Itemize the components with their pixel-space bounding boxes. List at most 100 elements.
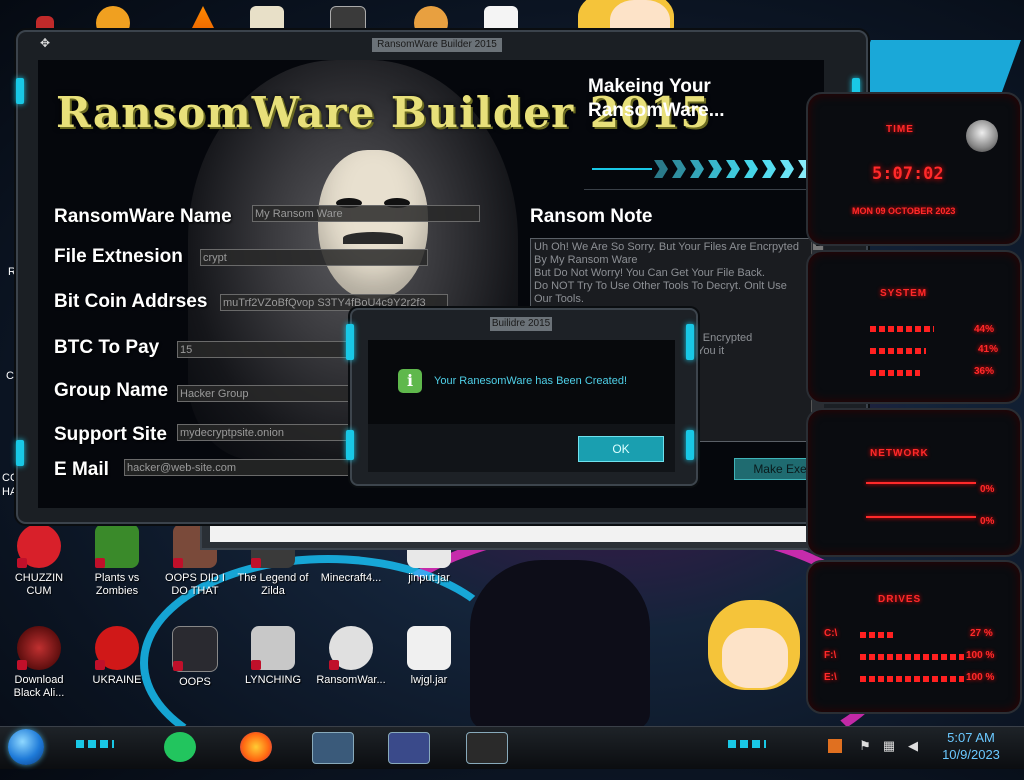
frame-light bbox=[686, 324, 694, 360]
wallpaper-figure bbox=[470, 560, 650, 730]
group-name-input[interactable]: Hacker Group bbox=[177, 385, 352, 402]
build-progress-bar bbox=[584, 152, 824, 186]
desktop-icon-label: Download Black Ali... bbox=[13, 674, 65, 699]
desktop-icon[interactable]: LYNCHING bbox=[236, 626, 310, 687]
guy-fawkes-mask-image bbox=[318, 150, 428, 300]
network-gadget[interactable]: NETWORK 0% 0% bbox=[806, 408, 1022, 557]
radiation-icon bbox=[95, 626, 139, 670]
oops-file-icon bbox=[172, 626, 218, 672]
cpu-value: 44% bbox=[974, 324, 995, 335]
frame-light bbox=[16, 78, 24, 104]
desktop-icon[interactable]: CHUZZIN CUM bbox=[2, 524, 76, 598]
desktop-icon-label: LYNCHING bbox=[244, 674, 302, 686]
drive-label: F:\ bbox=[824, 650, 837, 661]
ransomware-name-input[interactable]: My Ransom Ware bbox=[252, 205, 480, 222]
desktop-icon-label: Minecraft4... bbox=[320, 572, 382, 584]
ram-value: 41% bbox=[978, 344, 999, 355]
email-input[interactable]: hacker@web-site.com bbox=[124, 459, 352, 476]
desktop-icon-label: The Legend of Zilda bbox=[237, 572, 309, 597]
wallpaper-shape bbox=[849, 40, 1021, 100]
disk-value: 36% bbox=[974, 366, 995, 377]
btc-to-pay-label: BTC To Pay bbox=[54, 337, 160, 358]
desktop-icon-label: OOPS DID I DO THAT bbox=[165, 572, 225, 597]
download-value: 0% bbox=[980, 516, 995, 527]
drive-value: 27 % bbox=[970, 628, 993, 639]
desktop-icon-label: lwjgl.jar bbox=[410, 674, 448, 686]
chat-app-icon[interactable] bbox=[164, 732, 196, 762]
taskbar-clock-time[interactable]: 5:07 AM bbox=[936, 730, 1006, 745]
ransomware-builder-taskbar-icon[interactable] bbox=[466, 732, 508, 764]
drives-gadget-title: DRIVES bbox=[878, 594, 922, 605]
upload-value: 0% bbox=[980, 484, 995, 495]
window-system-menu-icon[interactable]: ✥ bbox=[40, 36, 54, 50]
ransomware-name-label: RansomWare Name bbox=[54, 206, 232, 227]
time-gadget-title: TIME bbox=[886, 124, 914, 135]
desktop-icon-label: UKRAINE bbox=[92, 674, 142, 686]
dialog-message: Your RanesomWare has Been Created! bbox=[434, 375, 628, 387]
frame-light bbox=[16, 440, 24, 466]
drive-bar bbox=[860, 676, 964, 682]
ok-button[interactable]: OK bbox=[578, 436, 664, 462]
start-button[interactable] bbox=[8, 729, 44, 765]
file-explorer-taskbar-icon[interactable] bbox=[312, 732, 354, 764]
desktop-icon[interactable]: Download Black Ali... bbox=[2, 626, 76, 700]
network-gadget-title: NETWORK bbox=[870, 448, 929, 459]
ransom-note-label: Ransom Note bbox=[530, 206, 653, 227]
skull-icon bbox=[329, 626, 373, 670]
support-site-input[interactable]: mydecryptpsite.onion bbox=[177, 424, 352, 441]
drive-bar bbox=[860, 632, 896, 638]
support-site-label: Support Site bbox=[54, 424, 167, 445]
btc-to-pay-input[interactable]: 15 bbox=[177, 341, 352, 358]
volume-icon[interactable]: ◀ bbox=[906, 739, 920, 753]
background-window-content bbox=[210, 522, 822, 542]
download-graph bbox=[866, 516, 976, 518]
divider bbox=[584, 189, 824, 190]
taskbar-light bbox=[76, 740, 114, 748]
upload-graph bbox=[866, 482, 976, 484]
disk-bar bbox=[870, 370, 920, 376]
taskbar-clock-date[interactable]: 10/9/2023 bbox=[934, 747, 1008, 762]
desktop-icon-label: OOPS bbox=[179, 676, 211, 688]
time-gadget[interactable]: TIME 5:07:02 MON 09 OCTOBER 2023 bbox=[806, 92, 1022, 246]
tray-app-icon[interactable] bbox=[828, 739, 842, 753]
desktop-icon-label: CHUZZIN CUM bbox=[14, 572, 64, 597]
taskbar-light bbox=[728, 740, 766, 748]
time-gadget-clock: 5:07:02 bbox=[872, 164, 944, 184]
system-gadget[interactable]: SYSTEM 44% 41% 36% bbox=[806, 250, 1022, 404]
frame-light bbox=[346, 324, 354, 360]
firefox-taskbar-icon[interactable] bbox=[240, 732, 272, 762]
drive-value: 100 % bbox=[966, 650, 995, 661]
drive-label: E:\ bbox=[824, 672, 837, 683]
drive-value: 100 % bbox=[966, 672, 995, 683]
frame-light bbox=[346, 430, 354, 460]
flag-icon[interactable]: ⚑ bbox=[858, 739, 872, 753]
network-icon[interactable]: ▦ bbox=[882, 739, 896, 753]
desktop-icon[interactable]: lwjgl.jar bbox=[392, 626, 466, 687]
dialog-title: Builidre 2015 bbox=[490, 317, 552, 331]
window-title: RansomWare Builder 2015 bbox=[372, 38, 502, 52]
build-status-text: Makeing Your RansomWare... bbox=[588, 76, 725, 121]
java-jar-icon bbox=[407, 626, 451, 670]
desktop-icon[interactable]: RansomWar... bbox=[314, 626, 388, 687]
desktop-icon[interactable]: UKRAINE bbox=[80, 626, 154, 687]
desktop-label-partial: HA bbox=[2, 486, 18, 498]
info-icon: i bbox=[398, 369, 422, 393]
lynching-icon bbox=[251, 626, 295, 670]
file-extension-label: File Extnesion bbox=[54, 246, 183, 267]
email-label: E Mail bbox=[54, 459, 109, 480]
file-extension-input[interactable]: crypt bbox=[200, 249, 428, 266]
plants-vs-zombies-icon bbox=[95, 524, 139, 568]
time-gadget-date: MON 09 OCTOBER 2023 bbox=[852, 206, 956, 216]
drives-gadget[interactable]: DRIVES C:\ 27 % F:\ 100 % E:\ 100 % bbox=[806, 560, 1022, 714]
frame-light bbox=[686, 430, 694, 460]
desktop-icon-label: RansomWar... bbox=[316, 674, 386, 686]
desktop-icon-label: Plants vs Zombies bbox=[94, 572, 140, 597]
cpu-bar bbox=[870, 326, 934, 332]
ram-bar bbox=[870, 348, 926, 354]
desktop-icon[interactable]: Plants vs Zombies bbox=[80, 524, 154, 598]
control-panel-taskbar-icon[interactable] bbox=[388, 732, 430, 764]
desktop-icon[interactable]: OOPS bbox=[158, 626, 232, 689]
group-name-label: Group Name bbox=[54, 380, 169, 401]
drive-bar bbox=[860, 654, 964, 660]
alienware-logo-icon bbox=[966, 120, 998, 152]
